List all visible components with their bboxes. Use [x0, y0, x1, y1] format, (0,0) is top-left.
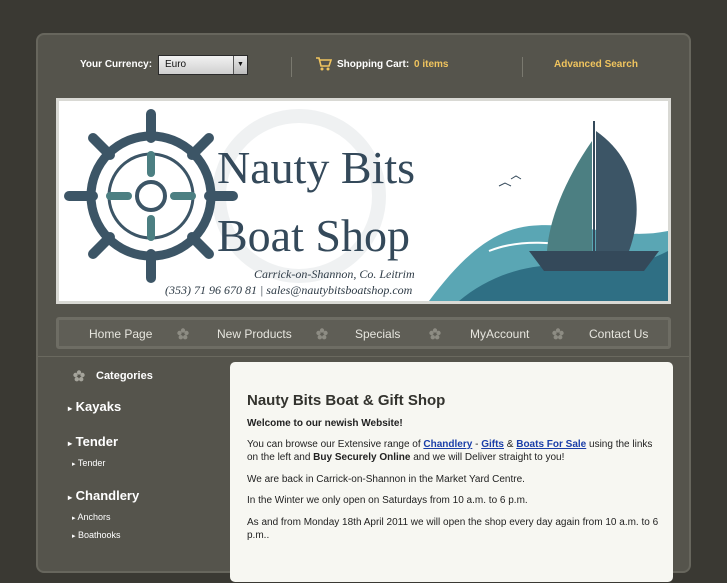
- divider: [291, 57, 292, 77]
- nav-contact-us[interactable]: Contact Us: [589, 327, 648, 341]
- welcome-text: Welcome to our newish Website!: [247, 418, 403, 429]
- category-tender[interactable]: ▸ Tender: [68, 434, 118, 449]
- chevron-right-icon: ▸: [68, 493, 73, 502]
- currency-value: Euro: [165, 59, 187, 70]
- category-label[interactable]: Kayaks: [76, 399, 122, 414]
- category-chandlery[interactable]: ▸ Chandlery: [68, 488, 139, 503]
- brand-name-line1: Nauty Bits: [217, 142, 416, 193]
- intro-text: You can browse our Extensive range of: [247, 439, 424, 450]
- flower-icon: [73, 370, 85, 382]
- intro-paragraph: You can browse our Extensive range of Ch…: [247, 438, 659, 464]
- subcategory-boathooks[interactable]: ▸ Boathooks: [72, 530, 121, 540]
- header-banner: Nauty Bits Boat Shop Carrick-on-Shannon,…: [56, 98, 671, 304]
- shopping-cart-label[interactable]: Shopping Cart:: [337, 59, 409, 70]
- winter-hours-paragraph: In the Winter we only open on Saturdays …: [247, 495, 528, 506]
- flower-icon: [552, 328, 564, 340]
- category-label[interactable]: Tender: [76, 434, 118, 449]
- main-nav: Home Page New Products Specials MyAccoun…: [56, 317, 671, 349]
- advanced-search-link[interactable]: Advanced Search: [554, 59, 638, 70]
- subcategory-label[interactable]: Boathooks: [78, 530, 121, 540]
- intro-bold-text: Buy Securely Online: [313, 452, 411, 463]
- category-label[interactable]: Chandlery: [76, 488, 140, 503]
- ship-wheel-icon: [64, 109, 238, 283]
- section-divider: [38, 356, 689, 357]
- chandlery-link[interactable]: Chandlery: [423, 439, 472, 450]
- summer-hours-paragraph: As and from Monday 18th April 2011 we wi…: [247, 517, 659, 541]
- sidebar: Categories ▸ Kayaks ▸ Tender ▸ Tender ▸ …: [56, 363, 226, 583]
- chevron-right-icon: ▸: [72, 461, 76, 468]
- chevron-right-icon: ▸: [68, 439, 73, 448]
- separator-text: -: [472, 439, 482, 450]
- page-frame: Your Currency: Euro ▼ Shopping Cart: 0 i…: [36, 33, 691, 582]
- currency-select[interactable]: Euro ▼: [158, 55, 248, 75]
- flower-icon: [429, 328, 441, 340]
- subcategory-tender[interactable]: ▸ Tender: [72, 458, 105, 468]
- category-kayaks[interactable]: ▸ Kayaks: [68, 399, 121, 414]
- dropdown-arrow-icon[interactable]: ▼: [233, 56, 247, 74]
- location-paragraph: We are back in Carrick-on-Shannon in the…: [247, 474, 525, 485]
- intro-text: and we will Deliver straight to you!: [410, 452, 565, 463]
- chevron-right-icon: ▸: [68, 404, 73, 413]
- store-contact: (353) 71 96 670 81 | sales@nautybitsboat…: [165, 283, 413, 297]
- top-bar: Your Currency: Euro ▼ Shopping Cart: 0 i…: [38, 35, 689, 97]
- cart-count[interactable]: 0 items: [414, 59, 448, 70]
- subcategory-anchors[interactable]: ▸ Anchors: [72, 512, 111, 522]
- subcategory-label[interactable]: Anchors: [78, 512, 111, 522]
- brand-name-line2: Boat Shop: [217, 210, 410, 261]
- flower-icon: [316, 328, 328, 340]
- page-title: Nauty Bits Boat & Gift Shop: [247, 392, 446, 409]
- chevron-right-icon: ▸: [72, 515, 76, 522]
- nav-my-account[interactable]: MyAccount: [470, 327, 529, 341]
- gifts-link[interactable]: Gifts: [481, 439, 504, 450]
- boats-for-sale-link[interactable]: Boats For Sale: [516, 439, 586, 450]
- separator-text: &: [503, 439, 517, 450]
- main-content: Nauty Bits Boat & Gift Shop Welcome to o…: [230, 362, 673, 582]
- store-address: Carrick-on-Shannon, Co. Leitrim: [254, 267, 415, 281]
- nav-home[interactable]: Home Page: [89, 327, 152, 341]
- currency-label: Your Currency:: [80, 59, 153, 70]
- nav-specials[interactable]: Specials: [355, 327, 400, 341]
- nav-new-products[interactable]: New Products: [217, 327, 292, 341]
- shopping-cart-icon[interactable]: [315, 55, 333, 73]
- flower-icon: [177, 328, 189, 340]
- subcategory-label[interactable]: Tender: [78, 458, 106, 468]
- chevron-right-icon: ▸: [72, 533, 76, 540]
- divider: [522, 57, 523, 77]
- categories-heading: Categories: [96, 370, 153, 382]
